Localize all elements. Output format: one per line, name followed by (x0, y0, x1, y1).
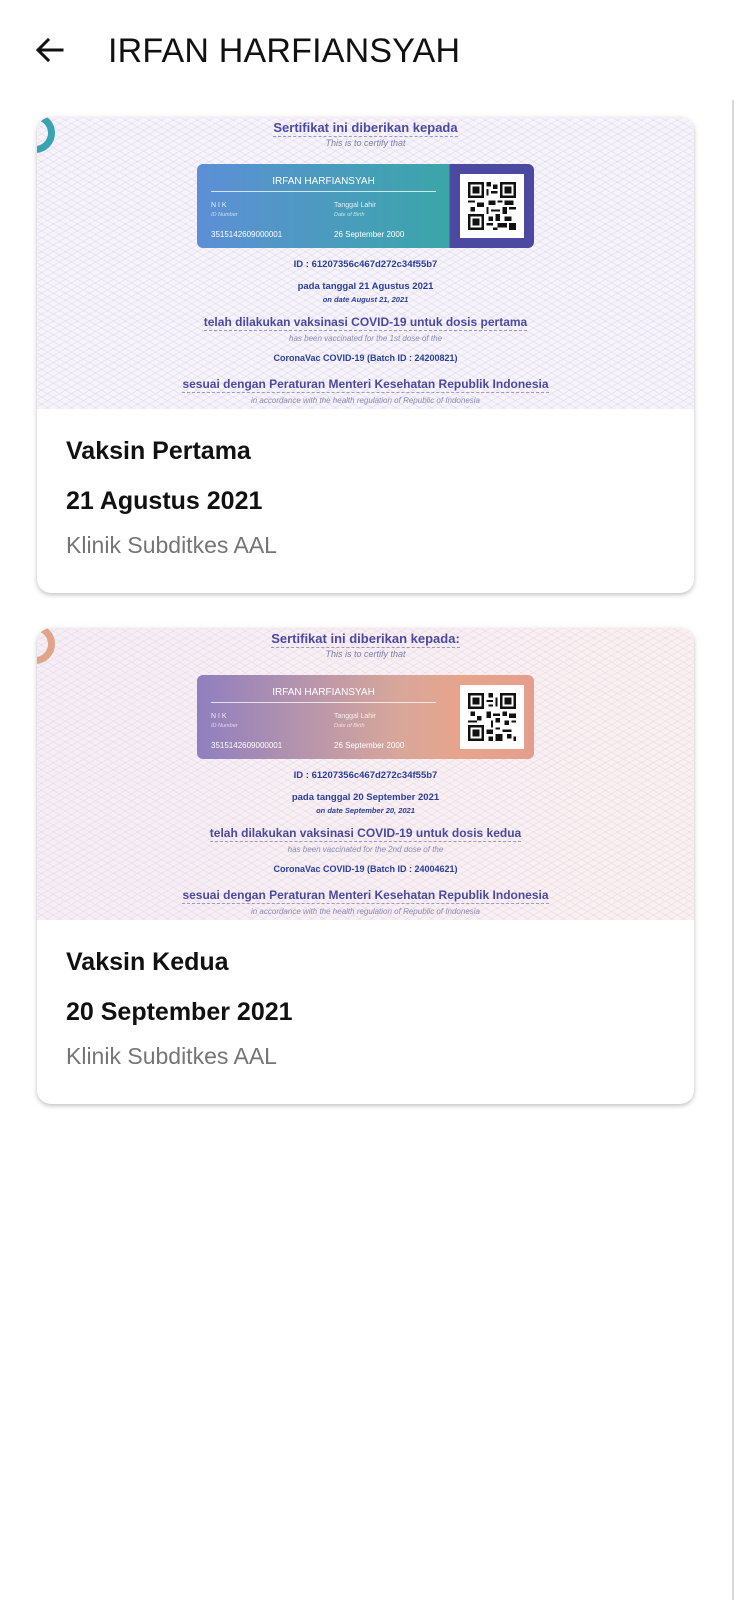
nik-value: 3515142609000001 (211, 230, 283, 239)
clinic-name: Klinik Subditkes AAL (66, 1043, 277, 1069)
id-card-name: IRFAN HARFIANSYAH (211, 687, 436, 703)
vaccine-batch: CoronaVac COVID-19 (Batch ID : 24004621) (273, 864, 458, 874)
certificate-list: Sertifikat ini diberikan kepada This is … (37, 117, 694, 1139)
nik-label-en: ID Number (211, 723, 238, 729)
vaccine-batch: CoronaVac COVID-19 (Batch ID : 24200821) (273, 353, 458, 363)
vaccination-date: 21 Agustus 2021 (66, 487, 263, 515)
back-button[interactable] (26, 26, 74, 74)
id-card-name: IRFAN HARFIANSYAH (211, 176, 436, 192)
vaccination-date-line-en: on date August 21, 2021 (322, 295, 409, 304)
card-info: Vaksin Pertama 21 Agustus 2021 Klinik Su… (66, 435, 277, 558)
page-title: IRFAN HARFIANSYAH (108, 32, 461, 70)
dose-title: Vaksin Pertama (66, 437, 251, 465)
dob-value: 26 September 2000 (334, 741, 405, 750)
qr-code-icon (468, 182, 516, 230)
certificate-card-second-dose[interactable]: Sertifikat ini diberikan kepada: This is… (37, 628, 694, 1104)
certificate-card-first-dose[interactable]: Sertifikat ini diberikan kepada This is … (37, 117, 694, 593)
regulation-statement: sesuai dengan Peraturan Menteri Kesehata… (182, 377, 549, 393)
arrow-left-icon (35, 37, 64, 63)
regulation-statement-en: in accordance with the health regulation… (250, 396, 481, 405)
dob-label-en: Date of Birth (334, 723, 365, 729)
vaccination-date-line: pada tanggal 20 September 2021 (291, 792, 440, 803)
certificate-image: Sertifikat ini diberikan kepada: This is… (37, 628, 694, 920)
dob-label: Tanggal Lahir (334, 713, 377, 720)
vaccinated-statement: telah dilakukan vaksinasi COVID-19 untuk… (203, 315, 528, 331)
vaccination-date: 20 September 2021 (66, 998, 293, 1026)
certificate-heading: Sertifikat ini diberikan kepada (273, 120, 458, 137)
dob-value: 26 September 2000 (334, 230, 405, 239)
regulation-statement: sesuai dengan Peraturan Menteri Kesehata… (182, 888, 549, 904)
app-bar: IRFAN HARFIANSYAH (0, 0, 748, 100)
dob-label: Tanggal Lahir (334, 202, 377, 209)
card-info: Vaksin Kedua 20 September 2021 Klinik Su… (66, 946, 293, 1069)
nik-label: N I K (211, 202, 227, 209)
certificate-id: ID : 61207356c467d272c34f55b7 (293, 770, 438, 781)
id-card: IRFAN HARFIANSYAH N I K ID Number Tangga… (197, 164, 534, 248)
certificate-heading-en: This is to certify that (325, 649, 406, 659)
dose-title: Vaksin Kedua (66, 948, 229, 976)
certificate-image: Sertifikat ini diberikan kepada This is … (37, 117, 694, 409)
qr-code (460, 685, 524, 749)
certificate-heading-en: This is to certify that (325, 138, 406, 148)
qr-code-icon (468, 693, 516, 741)
id-card: IRFAN HARFIANSYAH N I K ID Number Tangga… (197, 675, 534, 759)
certificate-heading: Sertifikat ini diberikan kepada: (271, 631, 460, 648)
nik-label: N I K (211, 713, 227, 720)
nik-value: 3515142609000001 (211, 741, 283, 750)
vaccinated-statement: telah dilakukan vaksinasi COVID-19 untuk… (209, 826, 522, 842)
vaccinated-statement-en: has been vaccinated for the 1st dose of … (289, 334, 442, 343)
clinic-name: Klinik Subditkes AAL (66, 532, 277, 558)
vaccinated-statement-en: has been vaccinated for the 2nd dose of … (287, 845, 444, 854)
dob-label-en: Date of Birth (334, 212, 365, 218)
vaccination-date-line: pada tanggal 21 Agustus 2021 (297, 281, 434, 292)
scrollbar[interactable] (732, 100, 734, 1600)
qr-code (460, 174, 524, 238)
vaccination-date-line-en: on date September 20, 2021 (316, 806, 415, 815)
certificate-id: ID : 61207356c467d272c34f55b7 (293, 259, 438, 270)
regulation-statement-en: in accordance with the health regulation… (250, 907, 481, 916)
nik-label-en: ID Number (211, 212, 238, 218)
